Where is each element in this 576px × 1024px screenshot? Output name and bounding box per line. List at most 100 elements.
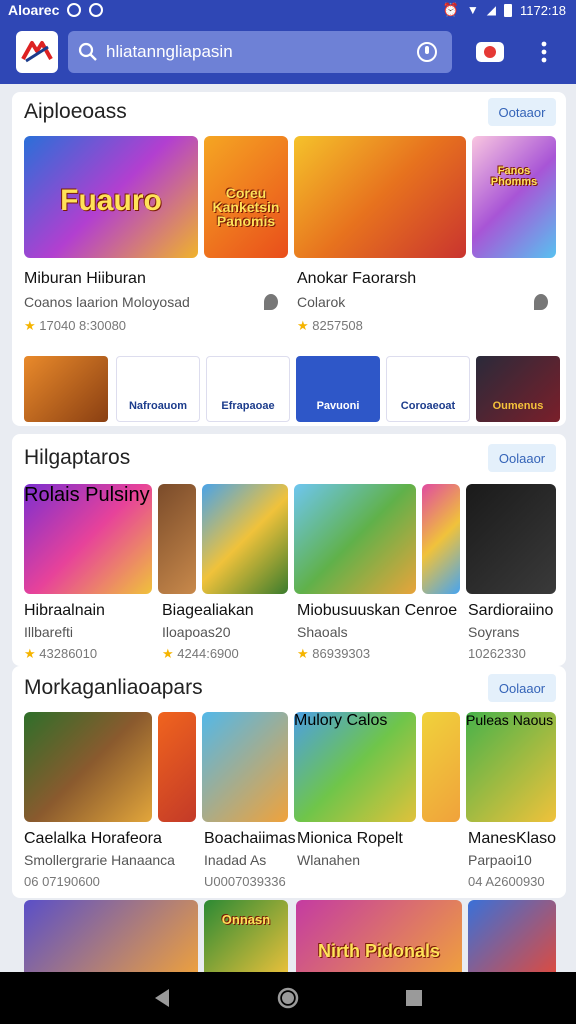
app-icon-title: Puleas Naous (466, 712, 554, 728)
home-icon[interactable] (274, 984, 302, 1012)
app-name[interactable]: Miobusuuskan Cenroe (297, 602, 457, 620)
star-icon: ★ (24, 646, 36, 661)
star-icon: ★ (297, 646, 309, 661)
app-banner[interactable]: Coreu Kanketsin Panomis (204, 136, 288, 258)
app-bar: hliatanngliapasin (0, 22, 576, 84)
mini-app-tile[interactable]: Oumenus (476, 356, 560, 422)
rating-value: 10262330 (468, 646, 526, 661)
app-developer: Parpaoi10 (468, 852, 532, 868)
app-developer: Smollergrarie Hanaanca (24, 852, 175, 868)
back-icon[interactable] (148, 984, 176, 1012)
section-more-button[interactable]: Ootaaor (488, 98, 556, 126)
mini-app-tile[interactable] (24, 356, 108, 422)
section-more-button[interactable]: Oolaaor (488, 444, 556, 472)
more-vert-icon[interactable] (532, 36, 556, 68)
app-icon-title: Rolais Pulsiny (24, 484, 150, 506)
app-name[interactable]: Mionica Ropelt (297, 830, 403, 848)
mini-app-label: Efrapaoae (221, 400, 275, 412)
star-icon: ★ (24, 318, 36, 333)
mini-app-tile[interactable]: Efrapaoae (206, 356, 290, 422)
app-rating: 04 A2600930 (468, 874, 545, 889)
app-icon[interactable]: Onnasn (204, 900, 288, 972)
system-nav-bar (0, 972, 576, 1024)
status-bar: Aloarec ⏰ ▼ ◢ 1172:18 (0, 0, 576, 22)
app-icon[interactable] (466, 484, 556, 594)
search-bar[interactable]: hliatanngliapasin (68, 31, 452, 73)
mini-app-tile[interactable]: Nafroauom (116, 356, 200, 422)
app-developer: Wlanahen (297, 852, 361, 868)
app-developer: Coanos laarion Moloyosad (24, 294, 190, 310)
rating-value: U0007039336 (204, 874, 286, 889)
app-icon[interactable]: Mulory Calos (294, 712, 416, 822)
app-developer: Soyrans (468, 624, 520, 640)
notification-icon (67, 3, 82, 17)
voice-search-icon[interactable] (414, 39, 440, 65)
app-icon[interactable]: Rolais Pulsiny (24, 484, 152, 594)
main-content: Aiploeoass Ootaaor Fuauro Coreu Kanketsi… (0, 84, 576, 972)
app-icon[interactable]: Puleas Naous (466, 712, 556, 822)
app-banner[interactable]: Fanos Phomms (472, 136, 556, 258)
rating-value: 06 07190600 (24, 874, 100, 889)
wifi-icon: ▼ (466, 3, 479, 17)
app-icon[interactable] (468, 900, 556, 972)
rating-value: 8257508 (312, 318, 363, 333)
info-icon[interactable] (264, 294, 278, 310)
alarm-icon: ⏰ (442, 2, 459, 17)
mini-app-label: Nafroauom (128, 400, 188, 412)
app-icon[interactable] (294, 484, 416, 594)
app-icon[interactable]: Nirth Pidonals (296, 900, 462, 972)
clock: 1172:18 (519, 2, 566, 18)
app-icon[interactable] (158, 484, 196, 594)
app-icon[interactable] (202, 484, 288, 594)
app-developer: Illbarefti (24, 624, 74, 640)
app-icon[interactable] (202, 712, 288, 822)
app-developer: Iloapoas20 (162, 624, 231, 640)
app-name[interactable]: Biagealiakan (162, 602, 254, 620)
app-icon[interactable] (422, 484, 460, 594)
app-banner[interactable]: Fuauro (24, 136, 198, 258)
star-icon: ★ (297, 318, 309, 333)
app-name[interactable]: Miburan Hiiburan (24, 270, 146, 288)
section-more-button[interactable]: Oolaaor (488, 674, 556, 702)
app-rating: 10262330 (468, 646, 526, 661)
mini-app-label: Coroaeoat (400, 400, 456, 412)
battery-icon (503, 3, 512, 17)
mini-app-tile[interactable]: Pavuoni (296, 356, 380, 422)
app-rating: ★ 4244:6900 (162, 646, 239, 662)
section-title: Morkaganliaoapars (24, 676, 203, 699)
banner-title: Fanos Phomms (490, 165, 538, 188)
rating-value: 86939303 (312, 646, 371, 661)
app-name[interactable]: Boachaiimas (204, 830, 296, 848)
section-title: Aiploeoass (24, 100, 127, 123)
signal-icon: ◢ (486, 3, 496, 17)
info-icon[interactable] (534, 294, 548, 310)
cast-icon[interactable] (472, 38, 508, 66)
carrier-label: Aloarec (8, 2, 60, 18)
app-icon[interactable] (24, 900, 198, 972)
section-title: Hilgaptaros (24, 446, 131, 469)
app-banner[interactable] (294, 136, 466, 258)
mini-app-label: Pavuoni (316, 400, 360, 412)
app-icon[interactable] (422, 712, 460, 822)
app-name[interactable]: Anokar Faorarsh (297, 270, 416, 288)
app-name[interactable]: ManesKlaso (468, 830, 556, 848)
app-name[interactable]: Sardioraiino (468, 602, 553, 620)
search-icon (78, 42, 98, 62)
app-rating: ★ 86939303 (297, 646, 370, 662)
search-input[interactable]: hliatanngliapasin (106, 42, 414, 62)
mini-app-label: Oumenus (492, 400, 544, 412)
app-developer: Inadad As (204, 852, 267, 868)
app-rating: 06 07190600 (24, 874, 100, 889)
banner-title: Coreu Kanketsin Panomis (212, 185, 280, 229)
app-icon-title: Mulory Calos (294, 712, 388, 729)
mini-app-tile[interactable]: Coroaeoat (386, 356, 470, 422)
recents-icon[interactable] (400, 984, 428, 1012)
app-name[interactable]: Caelalka Horafeora (24, 830, 162, 848)
app-logo[interactable] (16, 31, 58, 73)
app-icon[interactable] (24, 712, 152, 822)
banner-title: Fuauro (60, 184, 162, 217)
app-name[interactable]: Hibraalnain (24, 602, 105, 620)
section-card: Hilgaptaros Oolaaor Rolais Pulsiny Hibra… (12, 434, 566, 666)
app-rating: U0007039336 (204, 874, 286, 889)
app-icon[interactable] (158, 712, 196, 822)
